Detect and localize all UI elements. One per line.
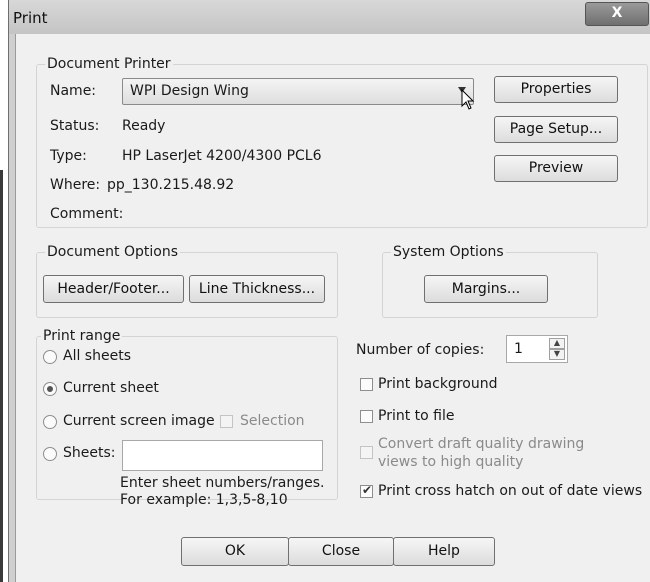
all-sheets-radio[interactable] — [43, 350, 57, 364]
sheets-hint-line2: For example: 1,3,5-8,10 — [120, 492, 288, 508]
name-label: Name: — [50, 83, 97, 99]
document-options-label: Document Options — [45, 244, 180, 260]
print-dialog: Print X Document Printer Name: WPI Desig… — [8, 0, 650, 582]
selection-label: Selection — [240, 413, 305, 429]
current-screen-image-radio[interactable] — [43, 415, 57, 429]
background-edge — [0, 0, 8, 582]
where-value: pp_130.215.48.92 — [107, 177, 235, 193]
checkmark-icon: ✔ — [362, 483, 373, 497]
printer-name-select[interactable]: WPI Design Wing — [122, 78, 475, 110]
comment-label: Comment: — [50, 206, 124, 222]
convert-draft-checkbox — [360, 446, 373, 459]
printer-name-value: WPI Design Wing — [130, 83, 249, 99]
current-sheet-label[interactable]: Current sheet — [63, 380, 159, 396]
print-range-label: Print range — [41, 328, 123, 344]
properties-button[interactable]: Properties — [494, 76, 618, 103]
convert-draft-label-line2: views to high quality — [378, 454, 524, 470]
document-printer-label: Document Printer — [45, 56, 173, 72]
sheets-hint-line1: Enter sheet numbers/ranges. — [120, 475, 325, 491]
copies-up-icon[interactable]: ▲ — [549, 338, 565, 349]
mouse-cursor-icon — [461, 89, 475, 110]
system-options-label: System Options — [391, 244, 506, 260]
preview-button[interactable]: Preview — [494, 155, 618, 182]
page-setup-button[interactable]: Page Setup... — [494, 116, 618, 143]
ok-button[interactable]: OK — [181, 537, 289, 566]
copies-down-icon[interactable]: ▼ — [549, 349, 565, 360]
type-value: HP LaserJet 4200/4300 PCL6 — [122, 148, 322, 164]
status-value: Ready — [122, 118, 166, 134]
close-button[interactable]: Close — [288, 537, 394, 566]
where-label: Where: — [50, 177, 101, 193]
all-sheets-label[interactable]: All sheets — [63, 348, 131, 364]
copies-field[interactable]: 1 ▲ ▼ — [506, 335, 568, 363]
convert-draft-label-line1: Convert draft quality drawing — [378, 436, 585, 452]
copies-label: Number of copies: — [356, 342, 485, 358]
sheets-radio[interactable] — [43, 447, 57, 461]
header-footer-button[interactable]: Header/Footer... — [43, 275, 184, 303]
close-window-button[interactable]: X — [585, 2, 649, 26]
radio-selected-dot — [47, 386, 53, 392]
print-to-file-checkbox[interactable] — [360, 410, 373, 423]
sheets-input[interactable] — [122, 440, 323, 471]
cross-hatch-label[interactable]: Print cross hatch on out of date views — [378, 483, 642, 499]
title-bar[interactable]: Print X — [9, 0, 650, 34]
dialog-title: Print — [13, 9, 48, 27]
print-background-label[interactable]: Print background — [378, 376, 497, 392]
print-to-file-label[interactable]: Print to file — [378, 408, 454, 424]
margins-button[interactable]: Margins... — [424, 275, 548, 303]
status-label: Status: — [50, 118, 100, 134]
cross-hatch-checkbox[interactable]: ✔ — [360, 483, 373, 498]
line-thickness-button[interactable]: Line Thickness... — [189, 275, 325, 303]
sheets-label[interactable]: Sheets: — [63, 445, 116, 461]
selection-checkbox[interactable] — [220, 415, 233, 428]
copies-value: 1 — [514, 341, 523, 357]
type-label: Type: — [50, 148, 87, 164]
close-icon: X — [611, 5, 623, 21]
current-sheet-radio[interactable] — [43, 382, 57, 396]
help-button[interactable]: Help — [393, 537, 495, 566]
current-screen-image-label[interactable]: Current screen image — [63, 413, 215, 429]
dialog-body: Document Printer Name: WPI Design Wing S… — [15, 34, 650, 582]
print-background-checkbox[interactable] — [360, 378, 373, 391]
